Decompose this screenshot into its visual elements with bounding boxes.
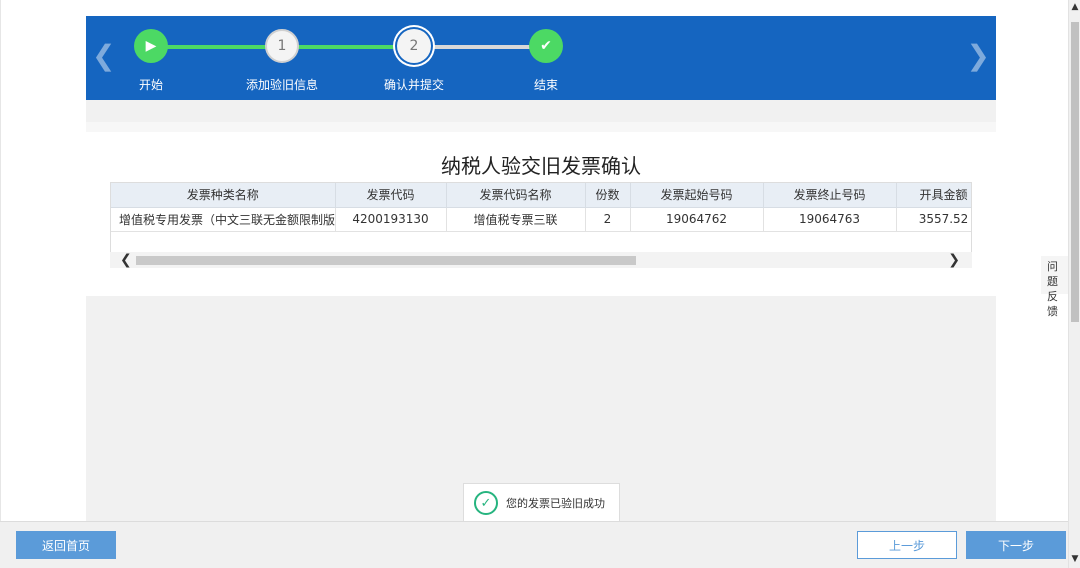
table-cell: 增值税专用发票（中文三联无金额限制版） [111, 207, 336, 232]
step-end-check-icon: ✔ [529, 29, 563, 63]
step-label-add-info: 添加验旧信息 [245, 78, 318, 92]
column-header: 发票代码名称 [446, 183, 586, 208]
column-header: 发票种类名称 [111, 183, 336, 208]
table-cell: 2 [585, 207, 631, 232]
column-header: 发票终止号码 [763, 183, 897, 208]
table-cell: 19064763 [763, 207, 897, 232]
step-add-info-number: 1 [265, 29, 299, 63]
table-header-row: 发票种类名称 发票代码 发票代码名称 份数 发票起始号码 发票终止号码 开具金额 [111, 183, 971, 208]
horizontal-scrollbar[interactable]: ❮ ❯ [110, 252, 972, 268]
column-header: 开具金额 [896, 183, 971, 208]
scrollbar-thumb[interactable] [136, 256, 636, 265]
step-start-play-icon: ▶ [134, 29, 168, 63]
table-cell: 4200193130 [335, 207, 447, 232]
step-confirm-number: 2 [397, 29, 431, 63]
table-cell: 3557.52 [896, 207, 971, 232]
scroll-right-icon[interactable]: ❯ [948, 252, 960, 268]
vertical-scrollbar-thumb[interactable] [1071, 22, 1079, 322]
table-cell: 19064762 [630, 207, 764, 232]
table-row[interactable]: 增值税专用发票（中文三联无金额限制版） 4200193130 增值税专票三联 2… [111, 207, 971, 232]
step-label-confirm: 确认并提交 [383, 78, 444, 92]
feedback-tab[interactable]: 问题 反馈 [1041, 256, 1068, 318]
feedback-label-line2: 反馈 [1047, 290, 1058, 318]
vertical-scrollbar[interactable]: ▲ ▼ [1068, 0, 1080, 568]
scroll-up-icon[interactable]: ▲ [1069, 2, 1080, 12]
chevron-right-icon[interactable]: ❯ [967, 42, 990, 70]
invoice-table: 发票种类名称 发票代码 发票代码名称 份数 发票起始号码 发票终止号码 开具金额… [111, 183, 971, 232]
panel-top-strip [86, 122, 996, 132]
footer-bar: 返回首页 上一步 下一步 [0, 521, 1068, 568]
check-circle-icon: ✓ [474, 491, 498, 515]
previous-step-button[interactable]: 上一步 [857, 531, 957, 559]
column-header: 份数 [585, 183, 631, 208]
next-step-button[interactable]: 下一步 [966, 531, 1066, 559]
column-header: 发票代码 [335, 183, 447, 208]
column-header: 发票起始号码 [630, 183, 764, 208]
step-connector-3 [432, 45, 542, 49]
scroll-left-icon[interactable]: ❮ [120, 252, 132, 268]
step-label-end: 结束 [533, 78, 558, 92]
page-title: 纳税人验交旧发票确认 [441, 154, 641, 178]
step-label-start: 开始 [138, 78, 163, 92]
toast-message: 您的发票已验旧成功 [506, 497, 605, 510]
feedback-label-line1: 问题 [1047, 260, 1058, 288]
table-cell: 增值税专票三联 [446, 207, 586, 232]
chevron-left-icon[interactable]: ❮ [92, 42, 115, 70]
home-button[interactable]: 返回首页 [16, 531, 116, 559]
success-toast: ✓ 您的发票已验旧成功 [463, 483, 620, 523]
scroll-down-icon[interactable]: ▼ [1069, 554, 1080, 564]
progress-steps-bar: ❮ ❯ ▶ 1 2 ✔ 开始 添加验旧信息 确认并提交 结束 [86, 16, 996, 100]
